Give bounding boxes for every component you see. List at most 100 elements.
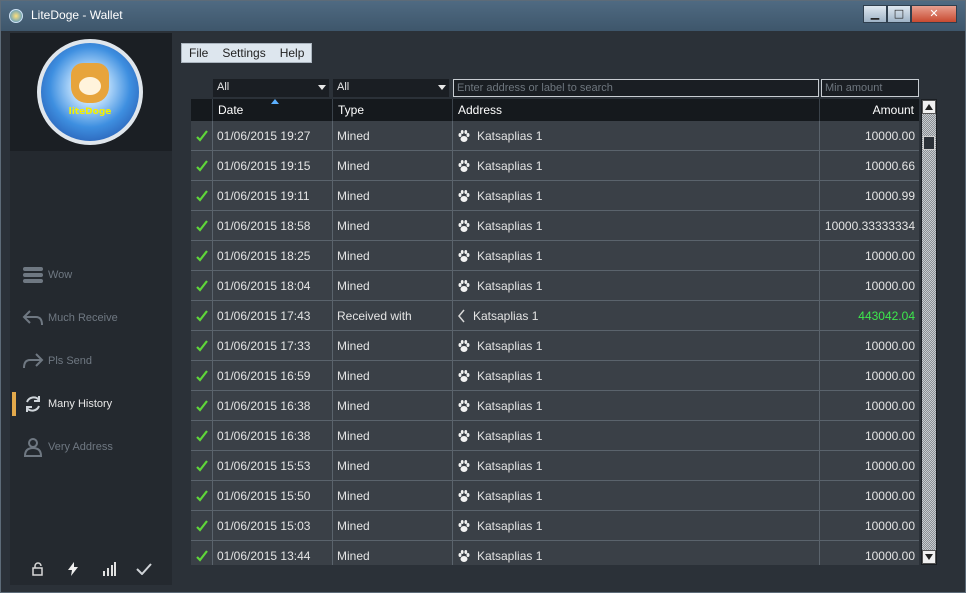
paw-icon: [457, 189, 471, 203]
type-filter-select[interactable]: All: [333, 79, 449, 97]
row-address: Katsaplias 1: [453, 451, 820, 480]
table-row[interactable]: 01/06/2015 19:27 Mined Katsaplias 1 10000.0…: [191, 121, 919, 151]
sort-ascending-icon: [271, 99, 279, 104]
row-date: 01/06/2015 16:38: [213, 421, 333, 450]
lightning-icon[interactable]: [65, 561, 81, 577]
menu-file[interactable]: File: [182, 44, 215, 62]
table-row[interactable]: 01/06/2015 16:38 Mined Katsaplias 1 10000.0…: [191, 391, 919, 421]
maximize-button[interactable]: □: [887, 5, 911, 23]
menu-settings[interactable]: Settings: [215, 44, 272, 62]
row-address-label: Katsaplias 1: [477, 398, 543, 413]
sidebar-item-wow[interactable]: Wow: [10, 253, 172, 296]
row-address: Katsaplias 1: [453, 361, 820, 390]
confirmed-check-icon: [191, 451, 213, 480]
row-address: Katsaplias 1: [453, 331, 820, 360]
table-row[interactable]: 01/06/2015 17:33 Mined Katsaplias 1 10000.0…: [191, 331, 919, 361]
date-filter-select[interactable]: All: [213, 79, 329, 97]
scroll-down-button[interactable]: [922, 550, 936, 564]
sidebar-item-label: Pls Send: [48, 354, 93, 367]
sidebar-item-very-address[interactable]: Very Address: [10, 425, 172, 468]
table-row[interactable]: 01/06/2015 18:25 Mined Katsaplias 1 10000.0…: [191, 241, 919, 271]
paw-icon: [457, 129, 471, 143]
date-column-header[interactable]: Date: [213, 99, 333, 121]
type-column-header[interactable]: Type: [333, 99, 453, 121]
paw-icon: [457, 549, 471, 563]
lock-icon[interactable]: [30, 561, 46, 577]
sidebar-item-label: Much Receive: [48, 311, 118, 324]
address-search-input[interactable]: Enter address or label to search: [453, 79, 819, 97]
check-icon[interactable]: [136, 561, 152, 577]
status-column-header[interactable]: [191, 99, 213, 121]
table-row[interactable]: 01/06/2015 16:38 Mined Katsaplias 1 10000.0…: [191, 421, 919, 451]
scroll-up-button[interactable]: [922, 100, 936, 114]
paw-icon: [457, 159, 471, 173]
confirmed-check-icon: [191, 121, 213, 150]
table-body: 01/06/2015 19:27 Mined Katsaplias 1 10000.0…: [191, 121, 919, 565]
row-type: Mined: [333, 481, 453, 510]
sidebar-item-many-history[interactable]: Many History: [10, 382, 172, 425]
row-type: Mined: [333, 211, 453, 240]
row-amount: 10000.33333334: [824, 218, 915, 233]
row-date: 01/06/2015 17:43: [213, 301, 333, 330]
paw-icon: [457, 339, 471, 353]
table-row[interactable]: 01/06/2015 18:04 Mined Katsaplias 1 10000.0…: [191, 271, 919, 301]
row-date: 01/06/2015 15:53: [213, 451, 333, 480]
row-address: Katsaplias 1: [453, 391, 820, 420]
sidebar-item-pls-send[interactable]: Pls Send: [10, 339, 172, 382]
table-row[interactable]: 01/06/2015 15:50 Mined Katsaplias 1 10000.0…: [191, 481, 919, 511]
litedoge-logo: liteDoge: [37, 39, 143, 145]
confirmed-check-icon: [191, 211, 213, 240]
table-row[interactable]: 01/06/2015 15:53 Mined Katsaplias 1 10000.0…: [191, 451, 919, 481]
paw-icon: [457, 429, 471, 443]
receive-chevron-icon: [457, 309, 467, 323]
row-address-label: Katsaplias 1: [477, 518, 543, 533]
vertical-scrollbar[interactable]: [921, 99, 937, 565]
address-column-header[interactable]: Address: [453, 99, 820, 121]
row-amount: 10000.00: [864, 488, 915, 503]
row-address-label: Katsaplias 1: [477, 278, 543, 293]
amount-column-header[interactable]: Amount: [820, 99, 919, 121]
table-row[interactable]: 01/06/2015 17:43 Received with Katsaplias …: [191, 301, 919, 331]
row-address-label: Katsaplias 1: [477, 128, 543, 143]
sidebar-item-much-receive[interactable]: Much Receive: [10, 296, 172, 339]
row-amount: 10000.00: [864, 278, 915, 293]
logo-area: liteDoge: [10, 33, 172, 151]
row-type: Mined: [333, 451, 453, 480]
confirmed-check-icon: [191, 271, 213, 300]
row-type: Mined: [333, 361, 453, 390]
paw-icon: [457, 279, 471, 293]
paw-icon: [457, 369, 471, 383]
row-type: Mined: [333, 511, 453, 540]
table-row[interactable]: 01/06/2015 13:44 Mined Katsaplias 1 10000.0…: [191, 541, 919, 565]
table-header: Date Type Address Amount: [191, 99, 919, 121]
table-row[interactable]: 01/06/2015 16:59 Mined Katsaplias 1 10000.0…: [191, 361, 919, 391]
confirmed-check-icon: [191, 391, 213, 420]
row-address: Katsaplias 1: [453, 151, 820, 180]
table-row[interactable]: 01/06/2015 18:58 Mined Katsaplias 1 10000.3…: [191, 211, 919, 241]
row-date: 01/06/2015 18:25: [213, 241, 333, 270]
title-bar[interactable]: LiteDoge - Wallet ▁ □ ✕: [1, 1, 965, 31]
close-button[interactable]: ✕: [911, 5, 957, 23]
minimize-button[interactable]: ▁: [863, 5, 887, 23]
min-amount-input[interactable]: Min amount: [821, 79, 919, 97]
table-row[interactable]: 01/06/2015 19:11 Mined Katsaplias 1 10000.9…: [191, 181, 919, 211]
menu-help[interactable]: Help: [273, 44, 312, 62]
signal-icon[interactable]: [101, 561, 117, 577]
confirmed-check-icon: [191, 331, 213, 360]
table-row[interactable]: 01/06/2015 19:15 Mined Katsaplias 1 10000.6…: [191, 151, 919, 181]
table-row[interactable]: 01/06/2015 15:03 Mined Katsaplias 1 10000.0…: [191, 511, 919, 541]
receive-arrow-icon: [22, 307, 44, 329]
row-date: 01/06/2015 17:33: [213, 331, 333, 360]
row-type: Mined: [333, 181, 453, 210]
main-content: File Settings Help All All Enter address…: [173, 33, 956, 585]
row-amount: 10000.00: [864, 398, 915, 413]
scroll-thumb[interactable]: [923, 136, 935, 150]
menu-bar: File Settings Help: [181, 43, 313, 63]
row-type: Mined: [333, 241, 453, 270]
row-date: 01/06/2015 15:03: [213, 511, 333, 540]
row-amount: 10000.00: [864, 428, 915, 443]
row-date: 01/06/2015 15:50: [213, 481, 333, 510]
row-type: Mined: [333, 271, 453, 300]
stack-icon: [22, 264, 44, 286]
app-icon: [9, 9, 23, 23]
